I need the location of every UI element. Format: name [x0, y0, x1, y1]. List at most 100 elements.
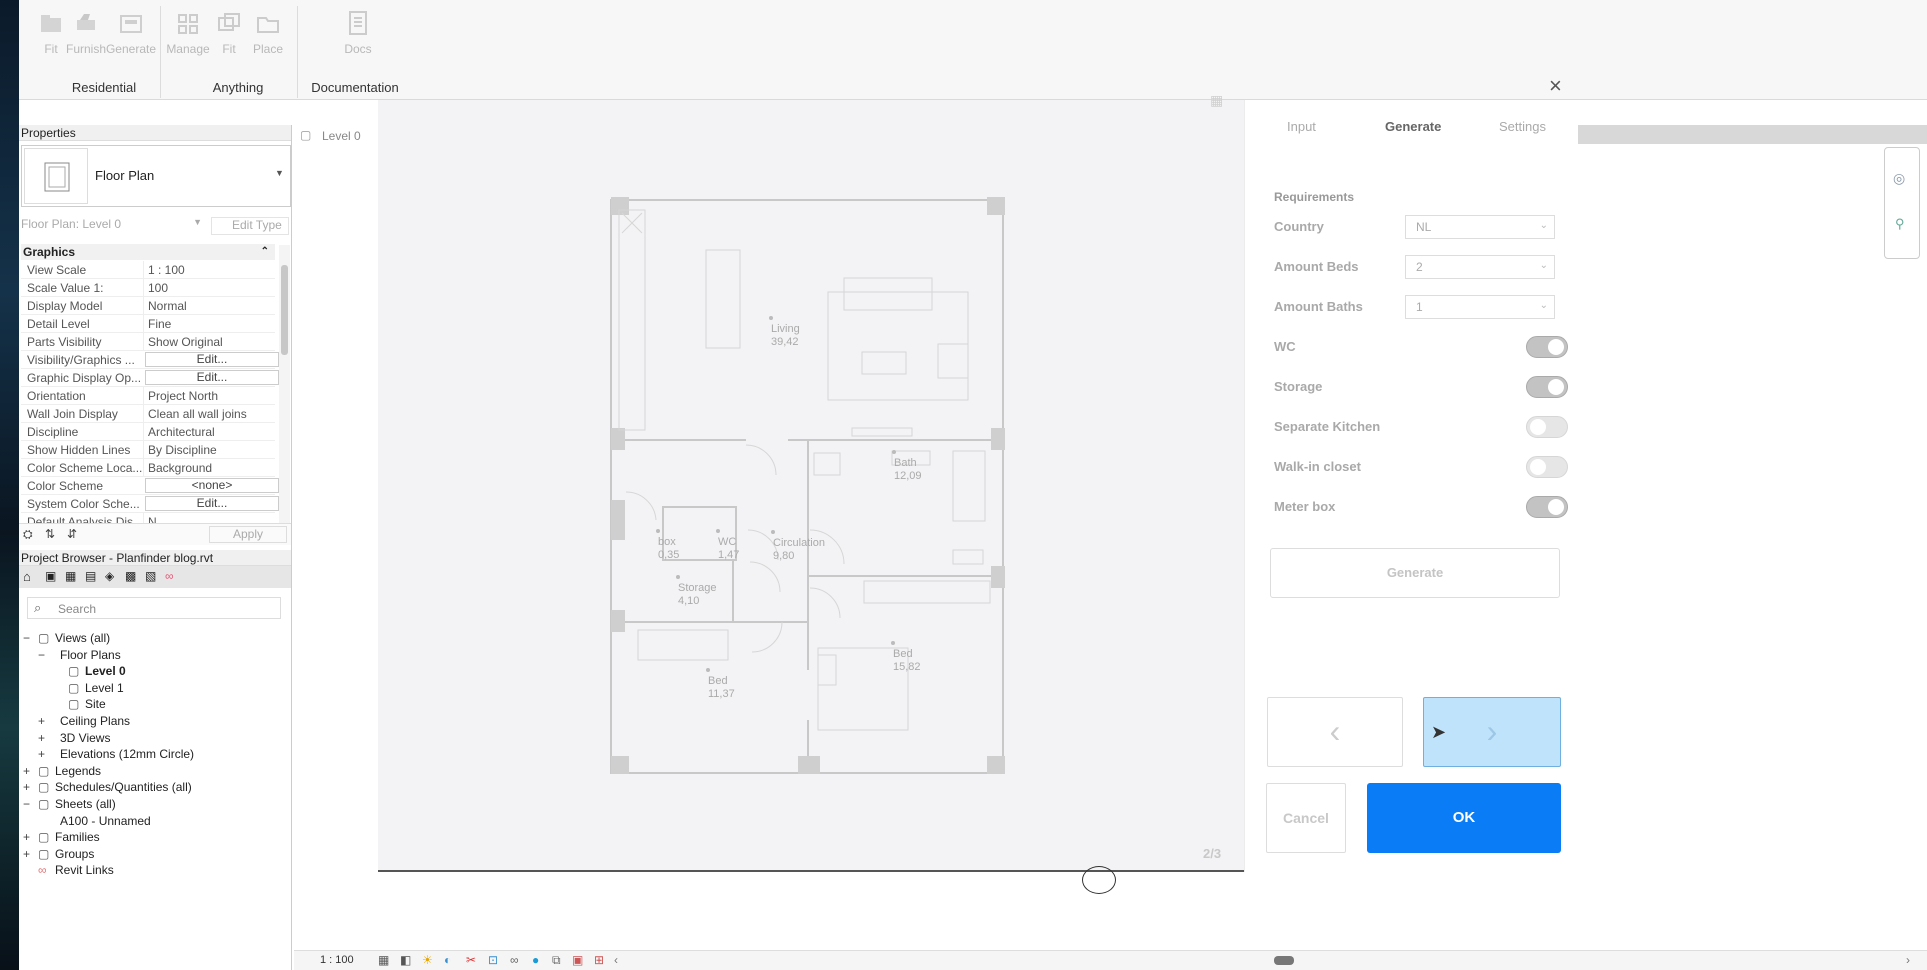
view-scale-label[interactable]: 1 : 100 — [320, 954, 354, 966]
property-row[interactable]: Visibility/Graphics ... Edit... — [21, 351, 279, 369]
docs-button[interactable]: Docs — [336, 10, 380, 56]
property-row[interactable]: Show Hidden Lines By Discipline — [21, 441, 275, 459]
viewport-area[interactable]: ◎ ⚲ — [1578, 123, 1927, 950]
cancel-button[interactable]: Cancel — [1266, 783, 1346, 853]
expand-icon[interactable]: + — [23, 829, 30, 845]
tree-node-revit-links[interactable]: Revit Links — [55, 862, 114, 878]
expand-icon[interactable]: + — [38, 713, 45, 729]
steering-wheel-icon[interactable]: ◎ — [1893, 170, 1905, 187]
property-row[interactable]: System Color Sche... Edit... — [21, 495, 279, 513]
amount-baths-select[interactable]: 1 ⌄ — [1405, 295, 1555, 319]
tree-node-ceiling-plans[interactable]: Ceiling Plans — [60, 713, 130, 729]
tree-node-legends[interactable]: Legends — [55, 763, 101, 779]
property-row[interactable]: Orientation Project North — [21, 387, 275, 405]
visual-style-icon[interactable]: ◧ — [400, 953, 411, 967]
property-row[interactable]: Graphic Display Op... Edit... — [21, 369, 279, 387]
tree-node-a100-unnamed[interactable]: A100 - Unnamed — [60, 813, 151, 829]
zoom-icon[interactable]: ⚲ — [1895, 216, 1905, 232]
expand-icon[interactable]: + — [38, 730, 45, 746]
tab-input[interactable]: Input — [1287, 119, 1316, 134]
view-tab-level-0[interactable]: ▢ Level 0 — [294, 125, 378, 147]
schedule-icon[interactable]: ▤ — [85, 569, 96, 583]
family-icon[interactable]: ◈ — [105, 569, 114, 583]
generate-ribbon-button[interactable]: Generate — [104, 10, 158, 56]
tree-node-floor-plans[interactable]: Floor Plans — [60, 647, 121, 663]
country-select[interactable]: NL ⌄ — [1405, 215, 1555, 239]
property-row[interactable]: Detail Level Fine — [21, 315, 275, 333]
generate-button[interactable]: Generate — [1270, 548, 1560, 598]
collapse-icon[interactable]: − — [23, 796, 30, 812]
tab-settings[interactable]: Settings — [1499, 119, 1546, 134]
show-crop-icon[interactable]: ⊡ — [488, 953, 498, 967]
scrollbar-thumb[interactable] — [281, 265, 288, 355]
tree-node-3d-views[interactable]: 3D Views — [60, 730, 110, 746]
crop-view-icon[interactable]: ✂ — [466, 953, 476, 967]
tree-node-elevations-12mm-circle[interactable]: Elevations (12mm Circle) — [60, 746, 194, 762]
collapse-icon[interactable]: − — [38, 647, 45, 663]
expand-icon[interactable]: + — [38, 746, 45, 762]
shadows-icon[interactable]: ◐ — [444, 953, 451, 967]
tree-node-groups[interactable]: Groups — [55, 846, 94, 862]
walk-in-closet-toggle[interactable] — [1526, 456, 1568, 478]
property-row[interactable]: Discipline Architectural — [21, 423, 275, 441]
horizontal-scrollbar-thumb[interactable] — [1274, 956, 1294, 965]
expand-icon[interactable]: + — [23, 846, 30, 862]
link-icon[interactable]: ∞ — [165, 569, 174, 583]
place-button[interactable]: Place — [246, 10, 290, 56]
sheets-icon[interactable]: ▦ — [65, 569, 76, 583]
fit-button-2[interactable]: Fit — [207, 10, 251, 56]
property-row[interactable]: Color Scheme <none> — [21, 477, 279, 495]
property-row[interactable]: Default Analysis Dis... N... — [21, 513, 275, 523]
manage-button[interactable]: Manage — [163, 10, 213, 56]
property-edit-button[interactable]: Edit... — [145, 496, 279, 511]
tree-node-level-1[interactable]: Level 1 — [85, 680, 124, 696]
tree-node-schedules-quantities-all[interactable]: Schedules/Quantities (all) — [55, 779, 192, 795]
temporary-hide-icon[interactable]: ● — [532, 953, 539, 967]
property-edit-button[interactable]: <none> — [145, 478, 279, 493]
highlight-displacement-icon[interactable]: ⊞ — [594, 953, 604, 967]
property-row[interactable]: Parts Visibility Show Original — [21, 333, 275, 351]
amount-beds-select[interactable]: 2 ⌄ — [1405, 255, 1555, 279]
home-icon[interactable]: ⌂ — [23, 569, 31, 584]
tab-generate[interactable]: Generate — [1385, 119, 1441, 134]
sort-descending-icon[interactable]: ⇵ — [67, 527, 77, 541]
separate-kitchen-toggle[interactable] — [1526, 416, 1568, 438]
scroll-left-icon[interactable]: ‹ — [614, 953, 618, 967]
properties-scrollbar[interactable] — [279, 245, 290, 523]
reveal-hidden-icon[interactable]: ⧉ — [552, 953, 561, 968]
property-row[interactable]: Scale Value 1: 100 — [21, 279, 275, 297]
browser-search-input[interactable]: ⌕ Search — [27, 597, 281, 619]
wc-toggle[interactable] — [1526, 336, 1568, 358]
tree-node-families[interactable]: Families — [55, 829, 100, 845]
analytical-model-icon[interactable]: ▣ — [572, 953, 583, 967]
tree-node-level-0[interactable]: Level 0 — [85, 663, 126, 679]
legend-icon[interactable]: ▧ — [145, 569, 156, 583]
property-row[interactable]: View Scale 1 : 100 — [21, 261, 275, 279]
property-row[interactable]: Display Model Normal — [21, 297, 275, 315]
properties-filter-icon[interactable]: ⛭ — [23, 527, 33, 542]
property-edit-button[interactable]: Edit... — [145, 352, 279, 367]
sort-ascending-icon[interactable]: ⇅ — [45, 527, 55, 541]
group-icon[interactable]: ▩ — [125, 569, 136, 583]
detail-level-icon[interactable]: ▦ — [378, 953, 389, 967]
tree-node-views-all[interactable]: Views (all) — [55, 630, 110, 646]
scroll-right-icon[interactable]: › — [1906, 953, 1910, 967]
property-edit-button[interactable]: Edit... — [145, 370, 279, 385]
navigation-bar[interactable]: ◎ ⚲ — [1884, 147, 1920, 259]
ok-button[interactable]: OK — [1367, 783, 1561, 853]
sun-path-icon[interactable]: ☀ — [422, 953, 433, 967]
property-row[interactable]: Color Scheme Loca... Background — [21, 459, 275, 477]
close-dialog-button[interactable]: × — [1549, 75, 1562, 97]
unlock-3d-icon[interactable]: ∞ — [510, 953, 519, 967]
meter-box-toggle[interactable] — [1526, 496, 1568, 518]
tree-node-site[interactable]: Site — [85, 696, 106, 712]
views-icon[interactable]: ▣ — [45, 569, 56, 583]
storage-toggle[interactable] — [1526, 376, 1568, 398]
previous-button[interactable]: ‹ — [1267, 697, 1403, 767]
grid-view-icon[interactable]: ▦ — [1210, 92, 1223, 109]
tree-node-sheets-all[interactable]: Sheets (all) — [55, 796, 116, 812]
expand-icon[interactable]: + — [23, 763, 30, 779]
apply-button[interactable]: Apply — [209, 526, 287, 543]
expand-icon[interactable]: + — [23, 779, 30, 795]
property-row[interactable]: Wall Join Display Clean all wall joins — [21, 405, 275, 423]
